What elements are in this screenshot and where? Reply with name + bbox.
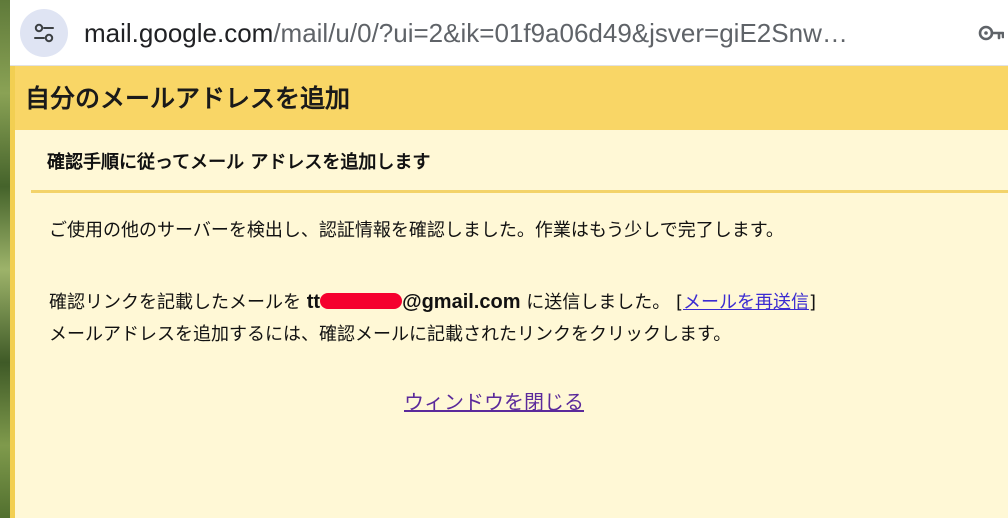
url-text[interactable]: mail.google.com/mail/u/0/?ui=2&ik=01f9a0… (84, 0, 964, 66)
step-heading: 確認手順に従ってメール アドレスを追加します (47, 152, 431, 173)
close-window-link[interactable]: ウィンドウを閉じる (404, 386, 584, 415)
resend-bracket-open: [ (675, 292, 683, 313)
dialog-title: 自分のメールアドレスを追加 (25, 84, 351, 113)
address-bar[interactable]: mail.google.com/mail/u/0/?ui=2&ik=01f9a0… (10, 0, 1008, 66)
resend-email-link[interactable]: メールを再送信 (683, 292, 809, 313)
browser-window: mail.google.com/mail/u/0/?ui=2&ik=01f9a0… (0, 0, 1008, 518)
site-info-button[interactable] (20, 9, 68, 57)
server-verified-message: ご使用の他のサーバーを検出し、認証情報を確認しました。作業はもう少しで完了します… (49, 220, 784, 241)
heading-divider (31, 190, 1008, 193)
url-host: mail.google.com (84, 18, 274, 48)
message-suffix: に送信しました。 (526, 292, 671, 313)
background-window-edge (0, 0, 10, 518)
url-path: /mail/u/0/?ui=2&ik=01f9a06d49&jsver=giE2… (273, 18, 848, 48)
message-prefix: 確認リンクを記載したメールを (49, 292, 301, 313)
redaction-mark (320, 293, 403, 309)
add-email-dialog: 自分のメールアドレスを追加 確認手順に従ってメール アドレスを追加します ご使用… (10, 66, 1008, 518)
confirmation-message: 確認リンクを記載したメールを tt @gmail.com に送信しました。 [メー… (49, 286, 816, 351)
instruction-text: メールアドレスを追加するには、確認メールに記載されたリンクをクリックします。 (49, 324, 732, 345)
email-visible-end: @gmail.com (402, 291, 521, 313)
tune-icon (34, 23, 54, 43)
email-visible-start: tt (306, 291, 321, 313)
key-icon[interactable] (978, 20, 1004, 46)
resend-bracket-close: ] (808, 292, 817, 313)
email-address: tt @gmail.com (307, 291, 521, 313)
dialog-titlebar: 自分のメールアドレスを追加 (15, 66, 1008, 130)
